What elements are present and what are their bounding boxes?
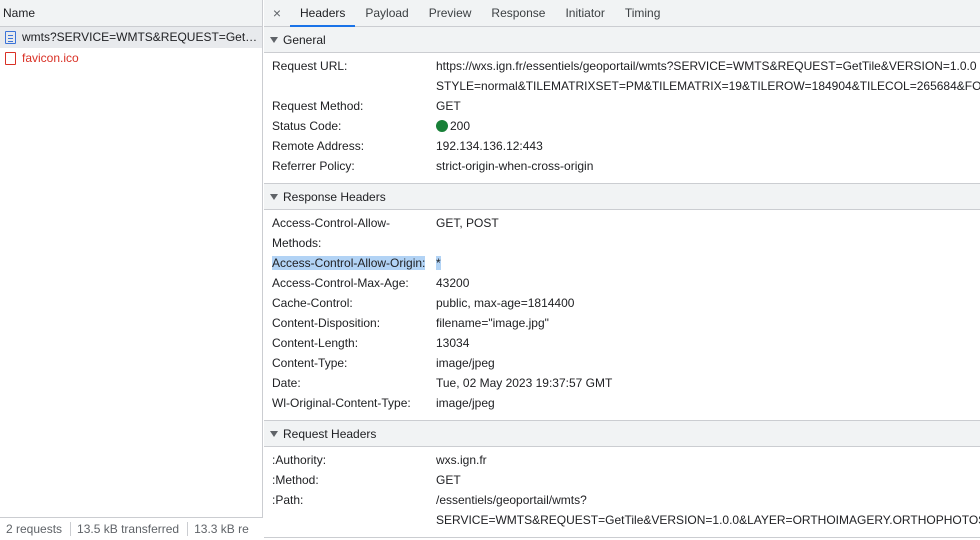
header-value: https://wxs.ign.fr/essentiels/geoportail… [436, 56, 980, 96]
triangle-down-icon [270, 37, 278, 43]
header-value: wxs.ign.fr [436, 453, 487, 467]
request-name: favicon.ico [22, 51, 79, 65]
header-key: Access-Control-Allow-Origin: [264, 253, 436, 273]
header-value: GET [436, 473, 461, 487]
header-row: Wl-Original-Content-Type: image/jpeg [264, 393, 980, 413]
header-value: GET, POST [436, 216, 499, 230]
header-key: Access-Control-Max-Age: [272, 276, 409, 290]
request-list-panel: Name wmts?SERVICE=WMTS&REQUEST=Get… favi… [0, 0, 263, 540]
section-response-headers-body: Access-Control-Allow-Methods: GET, POST … [264, 210, 980, 421]
header-row: Request Method: GET [264, 96, 980, 116]
header-row: Cache-Control: public, max-age=1814400 [264, 293, 980, 313]
section-title: Request Headers [283, 427, 377, 441]
header-value: * [436, 253, 980, 273]
section-title: Response Headers [283, 190, 386, 204]
header-key: Request Method: [272, 99, 364, 113]
section-request-headers-header[interactable]: Request Headers [264, 421, 980, 447]
selected-text: Access-Control-Allow-Origin: [272, 256, 426, 270]
status-bar: 2 requests 13.5 kB transferred 13.3 kB r… [0, 517, 263, 540]
tab-headers[interactable]: Headers [290, 0, 356, 27]
header-row: :Authority: wxs.ign.fr [264, 450, 980, 470]
name-column-header[interactable]: Name [0, 0, 262, 27]
header-row: Access-Control-Max-Age: 43200 [264, 273, 980, 293]
section-title: General [283, 33, 326, 47]
tab-response[interactable]: Response [481, 0, 555, 26]
triangle-down-icon [270, 431, 278, 437]
tab-initiator[interactable]: Initiator [555, 0, 614, 26]
tab-preview[interactable]: Preview [419, 0, 482, 26]
header-row: Access-Control-Allow-Origin: * [264, 253, 980, 273]
header-value: image/jpeg [436, 396, 495, 410]
header-key: :Path: [272, 493, 304, 507]
status-ok-icon [436, 120, 448, 132]
tab-timing[interactable]: Timing [615, 0, 671, 26]
header-row: :Method: GET [264, 470, 980, 490]
request-count: 2 requests [0, 522, 72, 536]
header-row: :Path: /essentiels/geoportail/wmts? SERV… [264, 490, 980, 530]
request-url-line: STYLE=normal&TILEMATRIXSET=PM&TILEMATRIX… [436, 79, 980, 93]
path-line: SERVICE=WMTS&REQUEST=GetTile&VERSION=1.0… [436, 513, 980, 527]
header-row: Referrer Policy: strict-origin-when-cros… [264, 156, 980, 176]
request-details-panel: × Headers Payload Preview Response Initi… [264, 0, 980, 540]
section-request-headers-body: :Authority: wxs.ign.fr :Method: GET :Pat… [264, 447, 980, 538]
header-row: Request URL: https://wxs.ign.fr/essentie… [264, 56, 980, 96]
header-value: public, max-age=1814400 [436, 296, 575, 310]
header-value: 13034 [436, 336, 470, 350]
header-row: Access-Control-Allow-Methods: GET, POST [264, 213, 980, 253]
section-response-headers-header[interactable]: Response Headers [264, 184, 980, 210]
header-key: Referrer Policy: [272, 159, 355, 173]
header-row: Content-Disposition: filename="image.jpg… [264, 313, 980, 333]
header-value: /essentiels/geoportail/wmts? SERVICE=WMT… [436, 490, 980, 530]
header-row: Content-Type: image/jpeg [264, 353, 980, 373]
header-key: Content-Type: [272, 356, 348, 370]
selected-text: * [436, 256, 441, 270]
request-row-favicon[interactable]: favicon.ico [0, 48, 262, 69]
request-row-wmts[interactable]: wmts?SERVICE=WMTS&REQUEST=Get… [0, 27, 262, 48]
header-key: :Authority: [272, 453, 327, 467]
details-tabbar: × Headers Payload Preview Response Initi… [264, 0, 980, 27]
request-name: wmts?SERVICE=WMTS&REQUEST=Get… [22, 30, 258, 44]
header-key: Status Code: [272, 119, 342, 133]
tab-payload[interactable]: Payload [355, 0, 418, 26]
document-icon [5, 31, 16, 44]
close-icon[interactable]: × [264, 0, 290, 26]
header-row: Remote Address: 192.134.136.12:443 [264, 136, 980, 156]
section-general-header[interactable]: General [264, 27, 980, 53]
header-value: filename="image.jpg" [436, 316, 549, 330]
header-value: 192.134.136.12:443 [436, 139, 543, 153]
header-row: Status Code: 200 [264, 116, 980, 136]
section-general-body: Request URL: https://wxs.ign.fr/essentie… [264, 53, 980, 184]
status-code: 200 [450, 119, 471, 133]
header-key: Remote Address: [272, 139, 365, 153]
transferred-size: 13.5 kB transferred [71, 522, 189, 536]
path-line: /essentiels/geoportail/wmts? [436, 493, 587, 507]
resources-size: 13.3 kB re [194, 522, 249, 536]
header-key: Cache-Control: [272, 296, 353, 310]
header-key: Date: [272, 376, 301, 390]
request-url-line: https://wxs.ign.fr/essentiels/geoportail… [436, 59, 977, 73]
header-key: Request URL: [272, 59, 348, 73]
header-row: Content-Length: 13034 [264, 333, 980, 353]
triangle-down-icon [270, 194, 278, 200]
header-value: 43200 [436, 276, 470, 290]
header-key: Wl-Original-Content-Type: [272, 396, 411, 410]
header-key: Access-Control-Allow-Methods: [272, 216, 391, 250]
header-value: Tue, 02 May 2023 19:37:57 GMT [436, 376, 613, 390]
header-value: strict-origin-when-cross-origin [436, 159, 594, 173]
header-value: image/jpeg [436, 356, 495, 370]
header-key: Content-Length: [272, 336, 359, 350]
header-key: :Method: [272, 473, 319, 487]
header-key: Content-Disposition: [272, 316, 381, 330]
file-icon [5, 52, 16, 65]
header-value: 200 [436, 116, 980, 136]
header-value: GET [436, 99, 461, 113]
header-row: Date: Tue, 02 May 2023 19:37:57 GMT [264, 373, 980, 393]
